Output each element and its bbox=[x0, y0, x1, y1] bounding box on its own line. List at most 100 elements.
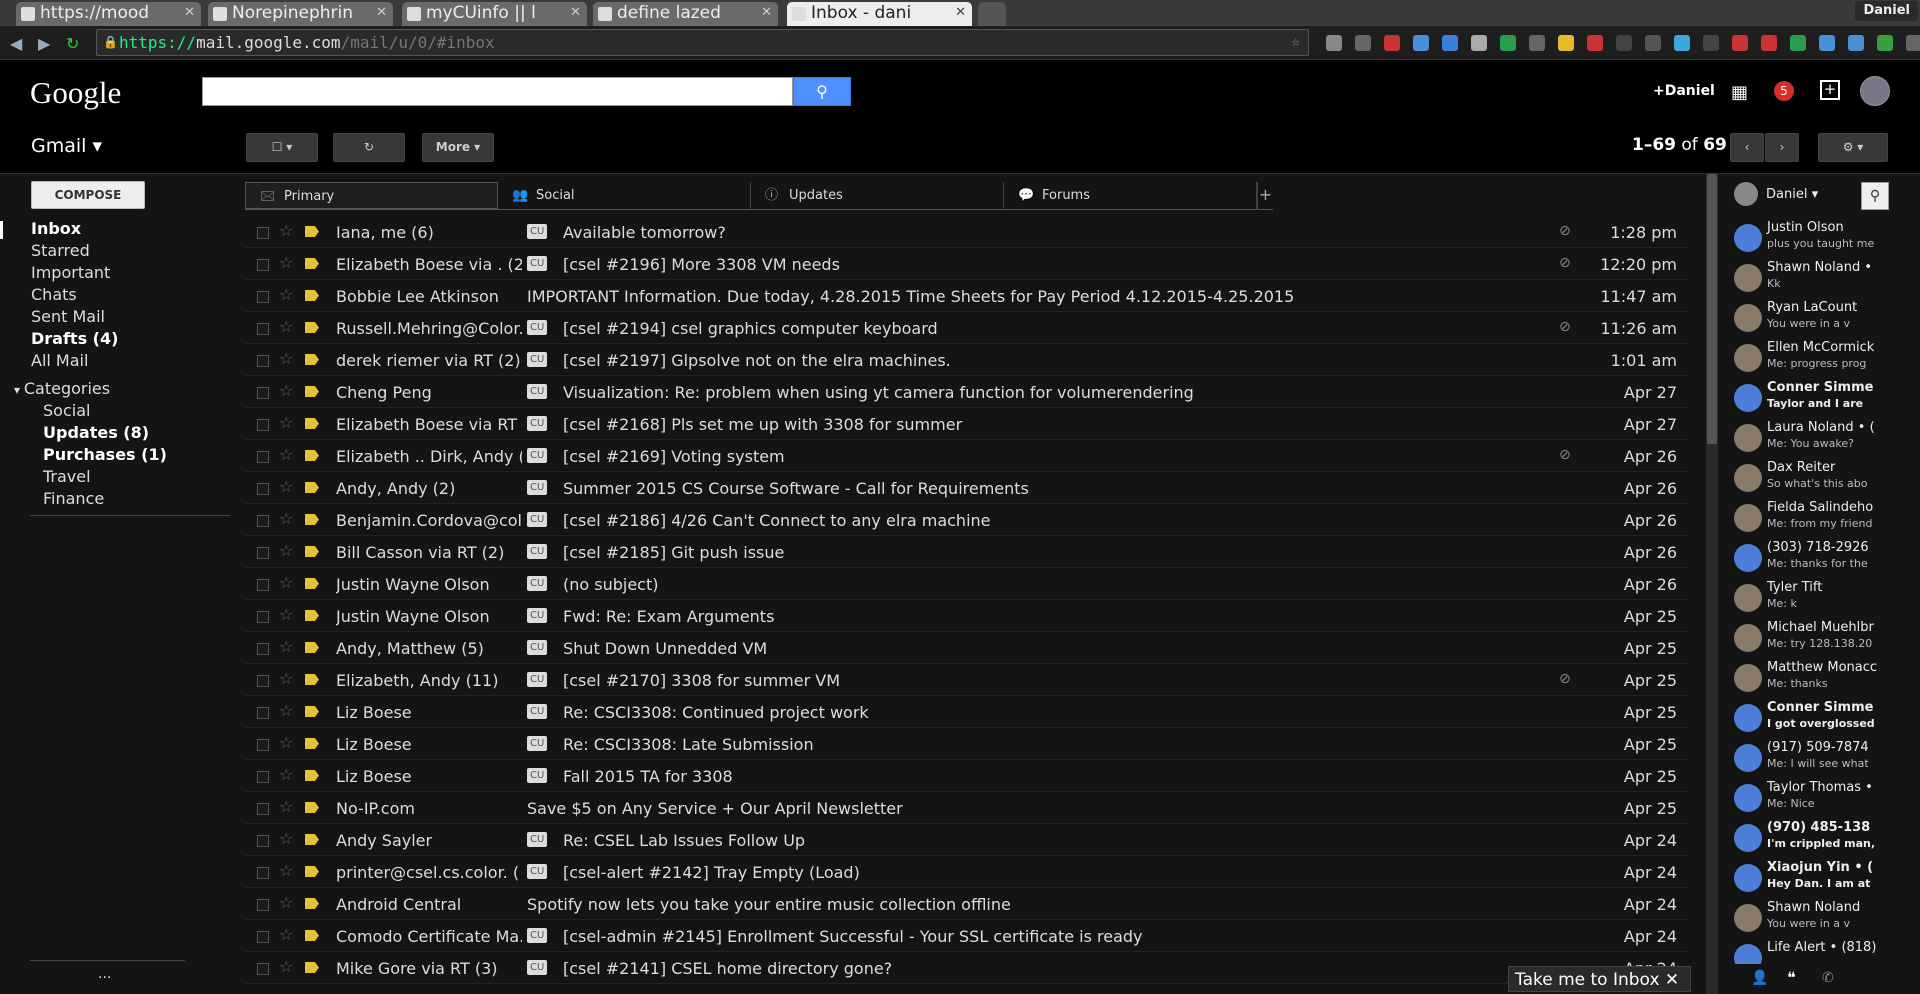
notification-badge[interactable]: 5 bbox=[1774, 81, 1794, 101]
extension-icon[interactable] bbox=[1848, 35, 1864, 51]
email-row[interactable]: ☆ Liz Boese CU Re: CSCI3308: Late Submissio… bbox=[245, 728, 1687, 760]
sidebar-category-item[interactable]: Social bbox=[43, 401, 90, 420]
chat-contact[interactable]: (303) 718-2926 Me: thanks for the bbox=[1734, 540, 1904, 580]
extension-icon[interactable] bbox=[1819, 35, 1835, 51]
important-marker-icon[interactable] bbox=[305, 610, 319, 621]
row-checkbox[interactable] bbox=[257, 227, 269, 239]
row-checkbox[interactable] bbox=[257, 515, 269, 527]
star-icon[interactable]: ☆ bbox=[279, 829, 293, 848]
extension-icon[interactable] bbox=[1558, 35, 1574, 51]
older-button[interactable]: › bbox=[1765, 133, 1799, 162]
row-checkbox[interactable] bbox=[257, 739, 269, 751]
important-marker-icon[interactable] bbox=[305, 354, 319, 365]
row-checkbox[interactable] bbox=[257, 419, 269, 431]
share-plus-icon[interactable]: + bbox=[1820, 80, 1840, 100]
search-input[interactable] bbox=[202, 77, 793, 106]
browser-tab[interactable]: define lazed ✕ bbox=[593, 2, 778, 26]
important-marker-icon[interactable] bbox=[305, 706, 319, 717]
sidebar-category-item[interactable]: Finance bbox=[43, 489, 104, 508]
row-checkbox[interactable] bbox=[257, 931, 269, 943]
close-tab-icon[interactable]: ✕ bbox=[570, 2, 581, 24]
reload-icon[interactable]: ↻ bbox=[66, 34, 79, 53]
star-icon[interactable]: ☆ bbox=[279, 413, 293, 432]
important-marker-icon[interactable] bbox=[305, 674, 319, 685]
chat-contact[interactable]: Justin Olson plus you taught me bbox=[1734, 220, 1904, 260]
back-icon[interactable]: ◀ bbox=[10, 34, 22, 53]
star-icon[interactable]: ☆ bbox=[279, 797, 293, 816]
important-marker-icon[interactable] bbox=[305, 578, 319, 589]
browser-user-chip[interactable]: Daniel bbox=[1855, 1, 1918, 21]
star-icon[interactable]: ☆ bbox=[279, 765, 293, 784]
email-label-badge[interactable]: CU bbox=[527, 544, 548, 559]
email-label-badge[interactable]: CU bbox=[527, 576, 548, 591]
chat-contact[interactable]: Conner Simme I got overglossed bbox=[1734, 700, 1904, 740]
important-marker-icon[interactable] bbox=[305, 450, 319, 461]
extension-icon[interactable] bbox=[1471, 35, 1487, 51]
email-row[interactable]: ☆ Bobbie Lee Atkinson IMPORTANT Informatio… bbox=[245, 280, 1687, 312]
email-label-badge[interactable]: CU bbox=[527, 960, 548, 975]
chat-contact[interactable]: Laura Noland • (Me: You awake? bbox=[1734, 420, 1904, 460]
important-marker-icon[interactable] bbox=[305, 386, 319, 397]
chat-contact[interactable]: Ryan LaCount You were in a v bbox=[1734, 300, 1904, 340]
important-marker-icon[interactable] bbox=[305, 482, 319, 493]
star-icon[interactable]: ☆ bbox=[279, 893, 293, 912]
important-marker-icon[interactable] bbox=[305, 770, 319, 781]
email-row[interactable]: ☆ Elizabeth Boese via . (29 CU [csel #2196]… bbox=[245, 248, 1687, 280]
more-button[interactable]: More ▾ bbox=[422, 133, 494, 162]
email-label-badge[interactable]: CU bbox=[527, 224, 548, 239]
important-marker-icon[interactable] bbox=[305, 930, 319, 941]
extension-icon[interactable] bbox=[1877, 35, 1893, 51]
extension-icon[interactable] bbox=[1790, 35, 1806, 51]
star-icon[interactable]: ☆ bbox=[279, 541, 293, 560]
email-row[interactable]: ☆ Benjamin.Cordova@colc CU [csel #2186] 4/2… bbox=[245, 504, 1687, 536]
new-tab-button[interactable] bbox=[978, 2, 1006, 26]
email-row[interactable]: ☆ Android Central Spotify now lets you tak… bbox=[245, 888, 1687, 920]
chat-contact[interactable]: (970) 485-138 I'm crippled man, bbox=[1734, 820, 1904, 860]
refresh-button[interactable]: ↻ bbox=[333, 133, 405, 162]
email-row[interactable]: ☆ Comodo Certificate Ma. CU [csel-admin #21… bbox=[245, 920, 1687, 952]
chat-contact[interactable]: Tyler Tift Me: k bbox=[1734, 580, 1904, 620]
sidebar-category-item[interactable]: Purchases (1) bbox=[43, 445, 167, 464]
email-label-badge[interactable]: CU bbox=[527, 768, 548, 783]
settings-button[interactable]: ⚙ ▾ bbox=[1818, 133, 1888, 162]
gmail-app-switcher[interactable]: Gmail ▾ bbox=[31, 135, 102, 157]
extension-icon[interactable] bbox=[1906, 35, 1920, 51]
row-checkbox[interactable] bbox=[257, 899, 269, 911]
email-row[interactable]: ☆ Cheng Peng CU Visualization: Re: problem … bbox=[245, 376, 1687, 408]
star-icon[interactable]: ☆ bbox=[279, 637, 293, 656]
email-label-badge[interactable]: CU bbox=[527, 384, 548, 399]
email-row[interactable]: ☆ Liz Boese CU Re: CSCI3308: Continued proj… bbox=[245, 696, 1687, 728]
person-icon[interactable]: 👤 bbox=[1751, 970, 1768, 986]
browser-tab[interactable]: myCUinfo || l ✕ bbox=[402, 2, 587, 26]
email-row[interactable]: ☆ Iana, me (6) CU Available tomorrow? ⊘ 1:28 … bbox=[245, 216, 1687, 248]
mail-scrollbar[interactable] bbox=[1706, 174, 1718, 994]
star-icon[interactable]: ☆ bbox=[279, 285, 293, 304]
important-marker-icon[interactable] bbox=[305, 322, 319, 333]
email-label-badge[interactable]: CU bbox=[527, 480, 548, 495]
extension-icon[interactable] bbox=[1413, 35, 1429, 51]
email-label-badge[interactable]: CU bbox=[527, 832, 548, 847]
row-checkbox[interactable] bbox=[257, 867, 269, 879]
row-checkbox[interactable] bbox=[257, 611, 269, 623]
close-tab-icon[interactable]: ✕ bbox=[184, 2, 195, 24]
chat-contact[interactable]: Dax Reiter So what's this abo bbox=[1734, 460, 1904, 500]
forward-icon[interactable]: ▶ bbox=[38, 34, 50, 53]
email-row[interactable]: ☆ Justin Wayne Olson CU (no subject) Apr 26 bbox=[245, 568, 1687, 600]
row-checkbox[interactable] bbox=[257, 579, 269, 591]
hangouts-icon[interactable]: ❝ bbox=[1787, 968, 1796, 987]
email-row[interactable]: ☆ Russell.Mehring@Color. CU [csel #2194] cs… bbox=[245, 312, 1687, 344]
email-label-badge[interactable]: CU bbox=[527, 416, 548, 431]
important-marker-icon[interactable] bbox=[305, 898, 319, 909]
row-checkbox[interactable] bbox=[257, 483, 269, 495]
star-icon[interactable]: ☆ bbox=[279, 701, 293, 720]
tab-primary[interactable]: 🖂 Primary bbox=[245, 182, 498, 210]
row-checkbox[interactable] bbox=[257, 803, 269, 815]
take-me-to-inbox-promo[interactable]: Take me to Inbox ✕ bbox=[1508, 966, 1691, 992]
star-icon[interactable]: ☆ bbox=[279, 349, 293, 368]
star-icon[interactable]: ☆ bbox=[279, 605, 293, 624]
email-row[interactable]: ☆ derek riemer via RT (2) CU [csel #2197] G… bbox=[245, 344, 1687, 376]
row-checkbox[interactable] bbox=[257, 355, 269, 367]
browser-tab[interactable]: Inbox - dani ✕ bbox=[787, 2, 972, 26]
email-row[interactable]: ☆ printer@csel.cs.color. (CU [csel-alert #… bbox=[245, 856, 1687, 888]
chat-contact[interactable]: Fielda Salindeho Me: from my friend bbox=[1734, 500, 1904, 540]
